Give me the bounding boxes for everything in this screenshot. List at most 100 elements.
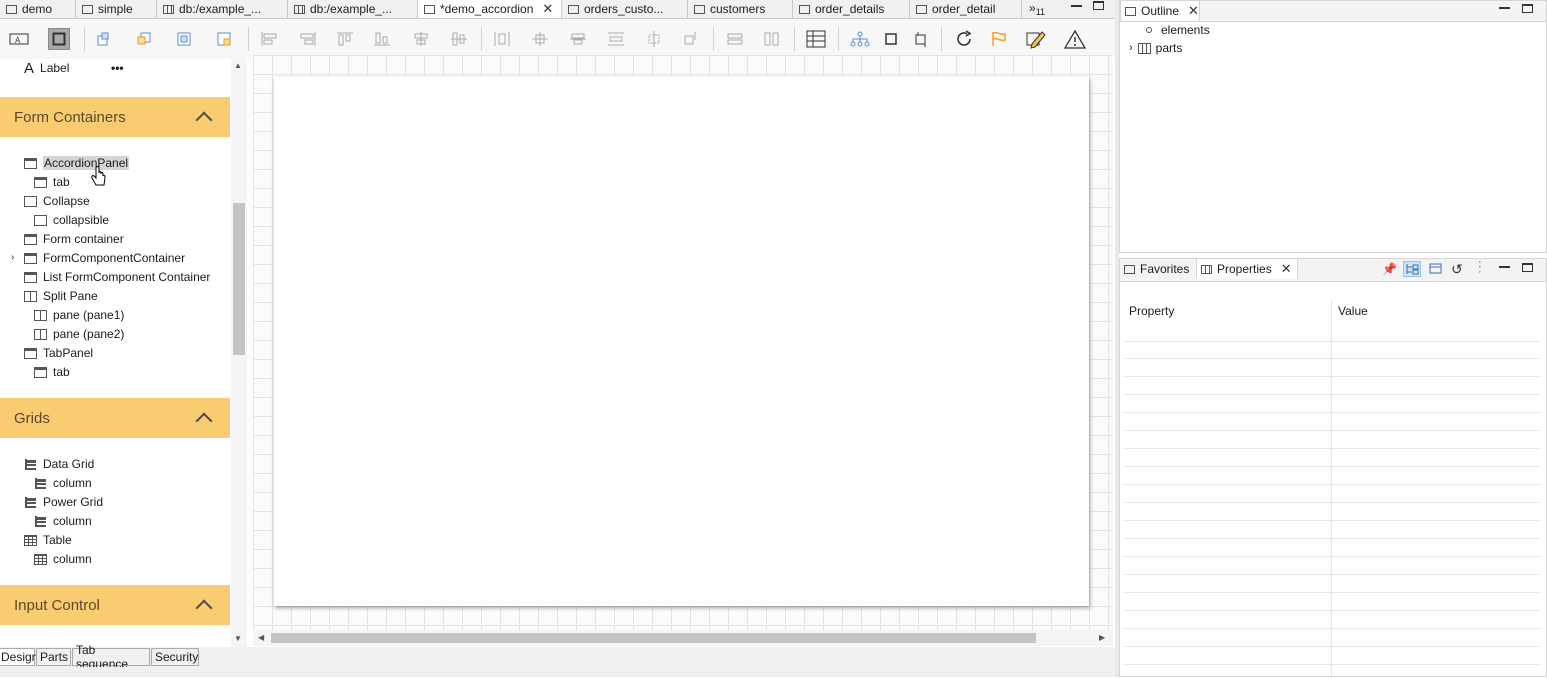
align-right-button[interactable]	[297, 28, 319, 50]
pin-icon[interactable]: 📌	[1382, 262, 1397, 276]
tab-favorites[interactable]: Favorites	[1120, 259, 1196, 279]
palette-item-label[interactable]: A Label	[24, 59, 69, 77]
palette-item-form-container[interactable]: Form container	[24, 230, 124, 248]
container-icon	[24, 195, 37, 207]
palette-item-collapsible[interactable]: collapsible	[34, 211, 109, 229]
crop-button[interactable]	[910, 28, 932, 50]
palette-item-split-pane[interactable]: Split Pane	[24, 287, 98, 305]
minimize-icon[interactable]	[1499, 262, 1510, 268]
scroll-left-arrow-icon[interactable]: ◀	[258, 633, 264, 642]
column-divider[interactable]	[1331, 299, 1332, 341]
palette-item-pane1[interactable]: pane (pane1)	[34, 306, 124, 324]
restore-default-icon[interactable]: ↺	[1451, 261, 1463, 278]
align-left-button[interactable]	[258, 28, 280, 50]
distribute-center-button[interactable]	[529, 28, 551, 50]
tab-security[interactable]: Security	[151, 648, 199, 666]
canvas-horizontal-scrollbar[interactable]: ◀ ▶	[253, 630, 1113, 646]
send-to-back-button[interactable]	[213, 28, 235, 50]
bring-forward-button[interactable]	[93, 28, 115, 50]
hierarchy-button[interactable]	[849, 28, 871, 50]
palette-item-collapse[interactable]: Collapse	[24, 192, 90, 210]
palette-item-column[interactable]: column	[34, 474, 92, 492]
align-middle-button[interactable]	[448, 28, 470, 50]
palette-item-column[interactable]: column	[34, 512, 92, 530]
form-design-surface[interactable]	[274, 77, 1089, 606]
expand-arrow-icon[interactable]: ›	[11, 252, 14, 263]
align-bottom-button[interactable]	[371, 28, 393, 50]
categories-toggle-button[interactable]	[1403, 261, 1421, 277]
editor-tab-demo[interactable]: demo	[0, 0, 76, 18]
editor-tab-order-details[interactable]: order_details	[793, 0, 910, 18]
editor-tab-orders-customers[interactable]: orders_custo...	[562, 0, 688, 18]
anchor-button[interactable]	[680, 28, 702, 50]
refresh-button[interactable]	[953, 28, 975, 50]
outline-item-elements[interactable]: elements	[1146, 23, 1210, 37]
expand-arrow-icon[interactable]: ›	[1129, 42, 1133, 54]
editor-tab-order-detail[interactable]: order_detail	[910, 0, 1022, 18]
tab-outline[interactable]: Outline ✕	[1120, 1, 1200, 21]
maximize-icon[interactable]	[1093, 1, 1104, 10]
editor-tab-customers[interactable]: customers	[688, 0, 793, 18]
close-icon[interactable]: ✕	[1188, 3, 1199, 19]
bring-to-front-button[interactable]	[173, 28, 195, 50]
overflow-tabs-button[interactable]: »11	[1029, 1, 1045, 17]
category-header-form-containers[interactable]: Form Containers	[0, 97, 230, 137]
close-icon[interactable]: ✕	[542, 1, 553, 17]
palette-item-data-grid[interactable]: Data Grid	[24, 455, 94, 473]
palette-item-power-grid[interactable]: Power Grid	[24, 493, 103, 511]
align-top-button[interactable]	[334, 28, 356, 50]
palette-scrollbar[interactable]: ▲ ▼	[231, 59, 247, 647]
scroll-up-arrow-icon[interactable]: ▲	[234, 61, 242, 70]
palette-item-tabpanel[interactable]: TabPanel	[24, 344, 93, 362]
tab-parts[interactable]: Parts	[36, 648, 71, 666]
table-layout-button[interactable]	[805, 28, 827, 50]
scroll-down-arrow-icon[interactable]: ▼	[234, 634, 242, 643]
warning-button[interactable]	[1064, 28, 1086, 50]
outline-icon	[1125, 6, 1136, 16]
tab-design[interactable]: Design	[0, 648, 38, 666]
palette-item-tab[interactable]: tab	[34, 363, 70, 381]
outline-item-parts[interactable]: › parts	[1129, 41, 1182, 55]
view-menu-icon[interactable]: · · ·	[1478, 257, 1482, 278]
send-backward-button[interactable]	[133, 28, 155, 50]
palette-item-text: tab	[53, 175, 70, 189]
more-options-button[interactable]: •••	[111, 59, 124, 77]
palette-item-pane2[interactable]: pane (pane2)	[34, 325, 124, 343]
property-row	[1124, 539, 1540, 557]
selection-tool-button[interactable]	[48, 28, 70, 50]
same-size-button[interactable]	[643, 28, 665, 50]
palette-item-tab[interactable]: tab	[34, 173, 70, 191]
bounds-button[interactable]	[880, 28, 902, 50]
distribute-vertical-button[interactable]	[567, 28, 589, 50]
scrollbar-thumb[interactable]	[271, 633, 1036, 643]
palette-item-table[interactable]: Table	[24, 531, 72, 549]
editor-tab-db-example-2[interactable]: db:/example_...	[288, 0, 418, 18]
tab-tab-sequence[interactable]: Tab sequence	[72, 643, 150, 671]
scrollbar-thumb[interactable]	[233, 203, 245, 355]
filter-advanced-button[interactable]	[1428, 262, 1444, 279]
minimize-icon[interactable]	[1071, 1, 1082, 7]
editor-tab-demo-accordion[interactable]: *demo_accordion ✕	[418, 0, 562, 18]
close-icon[interactable]: ✕	[1281, 261, 1292, 277]
minimize-icon[interactable]	[1499, 3, 1510, 9]
palette-item-list-formcomponent-container[interactable]: List FormComponent Container	[24, 268, 210, 286]
label-tool-button[interactable]: A	[8, 28, 30, 50]
space-vertical-button[interactable]	[605, 28, 627, 50]
ungroup-button[interactable]	[761, 28, 783, 50]
distribute-horizontal-button[interactable]	[491, 28, 513, 50]
group-button[interactable]	[724, 28, 746, 50]
maximize-icon[interactable]	[1522, 263, 1533, 272]
align-center-button[interactable]	[410, 28, 432, 50]
editor-tab-db-example-1[interactable]: db:/example_...	[157, 0, 288, 18]
flag-button[interactable]	[988, 28, 1010, 50]
edit-button[interactable]	[1025, 28, 1047, 50]
editor-tab-simple[interactable]: simple	[76, 0, 157, 18]
maximize-icon[interactable]	[1522, 4, 1533, 13]
palette-item-formcomponentcontainer[interactable]: FormComponentContainer	[24, 249, 185, 267]
palette-item-accordionpanel[interactable]: AccordionPanel	[24, 154, 130, 172]
palette-item-column[interactable]: column	[34, 550, 92, 568]
category-header-input-control[interactable]: Input Control	[0, 585, 230, 625]
tab-properties[interactable]: Properties ✕	[1196, 259, 1298, 279]
scroll-right-arrow-icon[interactable]: ▶	[1099, 633, 1105, 642]
category-header-grids[interactable]: Grids	[0, 398, 230, 438]
